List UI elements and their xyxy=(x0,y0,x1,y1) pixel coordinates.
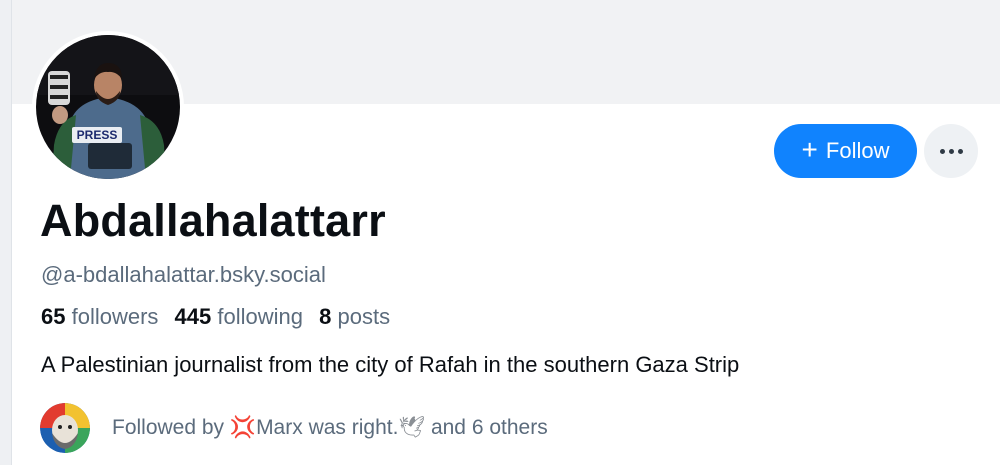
posts-count: 8 xyxy=(319,304,332,329)
posts-label: posts xyxy=(337,304,391,329)
anger-symbol-emoji: 💢 xyxy=(229,416,257,439)
avatar-photo: PRESS xyxy=(36,35,180,179)
profile-bio: A Palestinian journalist from the city o… xyxy=(41,352,740,377)
plus-icon: + xyxy=(801,134,818,165)
followed-by-text: Followed by 💢Marx was right.🕊 and 6 othe… xyxy=(112,416,548,440)
profile-avatar[interactable]: PRESS xyxy=(32,31,184,183)
press-badge-text: PRESS xyxy=(77,128,118,142)
followers-count: 65 xyxy=(41,304,66,329)
follower-avatar xyxy=(40,403,90,453)
followers-link[interactable]: 65 followers xyxy=(41,304,158,329)
profile-stats: 65 followers 445 following 8 posts xyxy=(41,304,390,330)
followed-by-prefix: Followed by xyxy=(112,416,225,439)
following-label: following xyxy=(217,304,303,329)
posts-stat: 8 posts xyxy=(319,304,390,329)
follower-avatar-image xyxy=(40,403,90,453)
followed-by-row[interactable]: Followed by 💢Marx was right.🕊 and 6 othe… xyxy=(40,402,548,454)
follower-name: Marx was right. xyxy=(256,416,399,439)
more-options-button[interactable] xyxy=(924,124,978,178)
left-edge-divider xyxy=(0,0,12,465)
ellipsis-icon xyxy=(938,148,965,154)
follow-button[interactable]: + Follow xyxy=(774,124,917,178)
display-name: Abdallahalattarr xyxy=(40,195,386,246)
dove-emoji: 🕊 xyxy=(398,416,426,439)
followed-by-suffix: and 6 others xyxy=(430,416,548,439)
profile-handle: @a-bdallahalattar.bsky.social xyxy=(41,262,326,287)
followers-label: followers xyxy=(71,304,159,329)
following-count: 445 xyxy=(174,304,212,329)
follow-button-label: Follow xyxy=(825,138,890,163)
following-link[interactable]: 445 following xyxy=(175,304,303,329)
